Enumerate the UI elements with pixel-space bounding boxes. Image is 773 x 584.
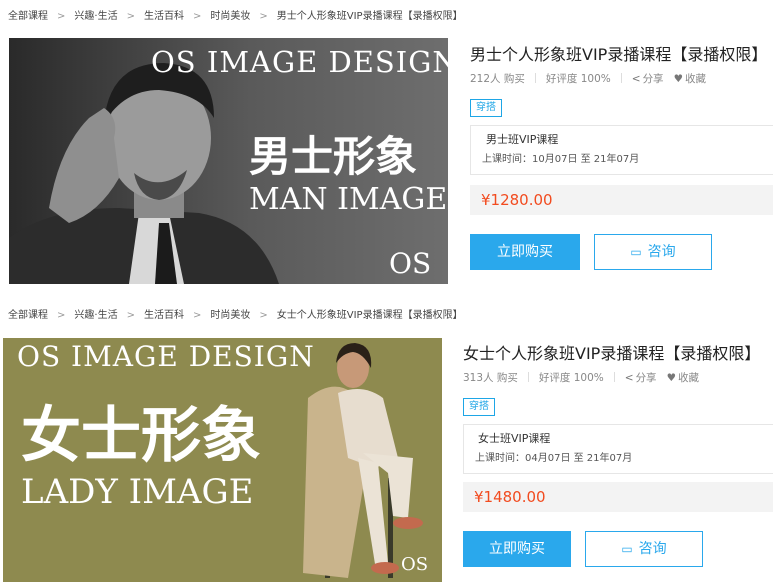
price: ¥1280.00 bbox=[481, 191, 553, 209]
share-link[interactable]: < 分享 bbox=[625, 372, 657, 384]
purchase-count: 212人 购买 bbox=[470, 73, 525, 85]
chevron-right-icon: > bbox=[126, 310, 135, 321]
breadcrumb-item-interest[interactable]: 兴趣·生活 bbox=[74, 11, 117, 22]
chevron-right-icon: > bbox=[126, 11, 135, 22]
breadcrumb-item-fashion[interactable]: 时尚美妆 bbox=[210, 11, 250, 22]
breadcrumb-item-life[interactable]: 生活百科 bbox=[144, 310, 184, 321]
category-tag[interactable]: 穿搭 bbox=[470, 99, 502, 117]
heart-icon: ♥ bbox=[673, 73, 683, 85]
share-link[interactable]: < 分享 bbox=[632, 73, 664, 85]
share-icon: < bbox=[631, 73, 641, 85]
purchase-count: 313人 购买 bbox=[463, 372, 518, 384]
course-banner-lady[interactable]: OS IMAGE DESIGN 女士形象 LADY IMAGE OS bbox=[3, 338, 442, 582]
share-icon: < bbox=[624, 372, 634, 384]
plan-time: 上课时间：10月07日 至 21年07月 bbox=[482, 154, 640, 165]
chat-icon: ▭ bbox=[621, 542, 633, 556]
course-meta: 313人 购买 好评度 100% < 分享 ♥ 收藏 bbox=[463, 370, 699, 385]
banner-cn-title: 男士形象 bbox=[249, 132, 418, 181]
banner-logo: OS bbox=[389, 247, 432, 280]
rating: 好评度 100% bbox=[545, 73, 611, 85]
breadcrumb-item-all[interactable]: 全部课程 bbox=[8, 310, 48, 321]
buy-now-button[interactable]: 立即购买 bbox=[470, 234, 580, 270]
breadcrumb-current: 男士个人形象班VIP录播课程【录播权限】 bbox=[276, 11, 463, 22]
chevron-right-icon: > bbox=[57, 11, 66, 22]
breadcrumb-item-interest[interactable]: 兴趣·生活 bbox=[74, 310, 117, 321]
heart-icon: ♥ bbox=[666, 372, 676, 384]
buy-now-button[interactable]: 立即购买 bbox=[463, 531, 571, 567]
banner-en-title: LADY IMAGE bbox=[21, 472, 254, 512]
banner-heading: OS IMAGE DESIGN bbox=[151, 45, 448, 79]
category-tag[interactable]: 穿搭 bbox=[463, 398, 495, 416]
breadcrumb-item-fashion[interactable]: 时尚美妆 bbox=[210, 310, 250, 321]
breadcrumb: 全部课程 > 兴趣·生活 > 生活百科 > 时尚美妆 > 女士个人形象班VIP录播课程【录播权限… bbox=[8, 306, 463, 321]
breadcrumb-item-life[interactable]: 生活百科 bbox=[144, 11, 184, 22]
rating: 好评度 100% bbox=[538, 372, 604, 384]
chevron-right-icon: > bbox=[259, 11, 268, 22]
breadcrumb: 全部课程 > 兴趣·生活 > 生活百科 > 时尚美妆 > 男士个人形象班VIP录播课程【录播权限… bbox=[8, 7, 463, 22]
consult-button[interactable]: ▭ 咨询 bbox=[585, 531, 703, 567]
favorite-link[interactable]: ♥ 收藏 bbox=[674, 73, 706, 85]
course-meta: 212人 购买 好评度 100% < 分享 ♥ 收藏 bbox=[470, 71, 706, 86]
chevron-right-icon: > bbox=[259, 310, 268, 321]
breadcrumb-current: 女士个人形象班VIP录播课程【录播权限】 bbox=[276, 310, 463, 321]
banner-cn-title: 女士形象 bbox=[21, 401, 261, 471]
price: ¥1480.00 bbox=[474, 488, 546, 506]
plan-name: 男士班VIP课程 bbox=[486, 133, 559, 146]
course-banner-man[interactable]: OS IMAGE DESIGN 男士形象 MAN IMAGE OS bbox=[9, 38, 448, 284]
banner-logo: OS bbox=[401, 554, 429, 575]
chevron-right-icon: > bbox=[192, 310, 202, 321]
chevron-right-icon: > bbox=[192, 11, 202, 22]
course-title: 女士个人形象班VIP录播课程【录播权限】 bbox=[463, 344, 761, 363]
consult-button[interactable]: ▭ 咨询 bbox=[594, 234, 712, 270]
chevron-right-icon: > bbox=[57, 310, 66, 321]
banner-en-title: MAN IMAGE bbox=[249, 182, 448, 217]
course-title: 男士个人形象班VIP录播课程【录播权限】 bbox=[470, 45, 768, 64]
plan-time: 上课时间：04月07日 至 21年07月 bbox=[475, 453, 633, 464]
chat-icon: ▭ bbox=[630, 245, 642, 259]
breadcrumb-item-all[interactable]: 全部课程 bbox=[8, 11, 48, 22]
plan-name: 女士班VIP课程 bbox=[478, 432, 551, 445]
favorite-link[interactable]: ♥ 收藏 bbox=[667, 372, 699, 384]
banner-heading: OS IMAGE DESIGN bbox=[17, 340, 315, 373]
